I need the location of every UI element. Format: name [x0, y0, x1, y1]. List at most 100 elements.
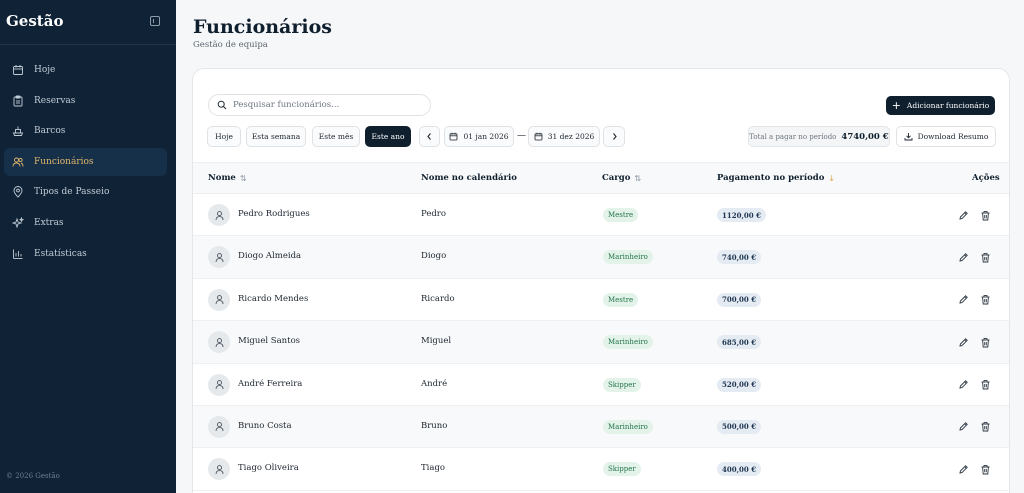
- employee-name: Pedro Rodrigues: [238, 209, 310, 219]
- sidebar-item-estatisticas[interactable]: Estatísticas: [4, 240, 167, 268]
- avatar: [208, 415, 230, 438]
- avatar: [208, 288, 230, 311]
- table-row: Pedro Rodrigues Pedro Mestre 1120,00 €: [193, 194, 1009, 237]
- column-role-header[interactable]: Cargo ⇅: [602, 173, 641, 183]
- sidebar-item-label: Reservas: [34, 95, 76, 106]
- edit-icon[interactable]: [957, 209, 969, 221]
- edit-icon[interactable]: [957, 421, 969, 433]
- add-employee-button[interactable]: + Adicionar funcionário: [886, 96, 995, 115]
- date-to-label: 31 dez 2026: [547, 132, 595, 141]
- avatar: [208, 373, 230, 396]
- map-pin-icon: [12, 186, 24, 199]
- payment-badge: 1120,00 €: [717, 208, 766, 222]
- next-period-button[interactable]: [603, 126, 625, 147]
- sidebar-item-label: Extras: [34, 217, 64, 228]
- trash-icon[interactable]: [979, 336, 991, 348]
- sidebar-item-funcionarios[interactable]: Funcionários: [4, 147, 167, 176]
- column-name-header[interactable]: Nome ⇅: [208, 173, 247, 183]
- column-payment-header[interactable]: Pagamento no período ↓: [717, 173, 835, 183]
- trash-icon[interactable]: [979, 421, 991, 433]
- employee-name: Miguel Santos: [238, 336, 301, 347]
- role-badge: Marinheiro: [603, 419, 653, 434]
- calendar-icon: [534, 132, 543, 141]
- sidebar-item-barcos[interactable]: Barcos: [4, 117, 167, 145]
- sparkles-icon: [12, 216, 24, 229]
- download-summary-button[interactable]: Download Resumo: [896, 126, 996, 147]
- edit-icon[interactable]: [957, 336, 969, 348]
- user-icon: [215, 464, 223, 474]
- period-week-button[interactable]: Esta semana: [246, 126, 306, 147]
- trash-icon[interactable]: [979, 209, 991, 221]
- role-badge: Marinheiro: [603, 250, 653, 265]
- sidebar-item-reservas[interactable]: Reservas: [4, 87, 167, 115]
- period-month-button[interactable]: Este mês: [312, 126, 360, 147]
- search-box[interactable]: [208, 94, 431, 116]
- edit-icon[interactable]: [957, 379, 969, 391]
- sidebar-nav: Hoje Reservas Barcos Funcionários Tipos …: [4, 56, 167, 270]
- sidebar-item-label: Tipos de Passeio: [34, 187, 110, 198]
- column-role-label: Cargo: [602, 173, 631, 183]
- employee-name: Ricardo Mendes: [238, 293, 309, 304]
- search-icon: [217, 100, 227, 110]
- sidebar-item-label: Funcionários: [34, 156, 94, 167]
- period-total-amount: 4740,00 €: [841, 131, 889, 142]
- payment-badge: 685,00 €: [717, 335, 762, 350]
- payment-badge: 740,00 €: [717, 250, 762, 265]
- period-today-button[interactable]: Hoje: [207, 126, 241, 147]
- trash-icon[interactable]: [979, 294, 991, 306]
- edit-icon[interactable]: [957, 463, 969, 475]
- sidebar-item-tipos-de-passeio[interactable]: Tipos de Passeio: [4, 178, 167, 206]
- payment-badge: 500,00 €: [717, 419, 762, 434]
- sidebar-item-label: Hoje: [34, 65, 56, 75]
- user-icon: [215, 295, 223, 305]
- sort-icon: ⇅: [634, 173, 642, 183]
- download-summary-label: Download Resumo: [917, 132, 989, 141]
- date-from-picker[interactable]: 01 jan 2026: [444, 126, 514, 147]
- clipboard-icon: [12, 95, 24, 107]
- page-subtitle: Gestão de equipa: [193, 40, 268, 50]
- role-badge: Mestre: [603, 292, 639, 307]
- trash-icon[interactable]: [979, 463, 991, 475]
- plus-icon: +: [891, 99, 901, 112]
- avatar: [208, 458, 230, 481]
- user-icon: [215, 380, 223, 390]
- calendar-icon: [450, 132, 458, 141]
- calendar-name: Pedro: [421, 209, 446, 219]
- users-icon: [12, 156, 24, 168]
- trash-icon[interactable]: [979, 379, 991, 391]
- payment-badge: 400,00 €: [717, 462, 762, 477]
- date-to-picker[interactable]: 31 dez 2026: [528, 126, 600, 147]
- avatar: [208, 246, 230, 269]
- employee-name: Bruno Costa: [238, 420, 292, 431]
- column-payment-label: Pagamento no período: [717, 173, 825, 183]
- sidebar-divider: [0, 44, 176, 45]
- user-icon: [215, 210, 223, 220]
- period-total-label: Total a pagar no período: [749, 132, 837, 141]
- collapse-sidebar-icon[interactable]: [150, 16, 160, 26]
- role-badge: Skipper: [603, 462, 641, 477]
- calendar-icon: [12, 64, 24, 76]
- calendar-name: Bruno: [421, 420, 448, 431]
- edit-icon[interactable]: [957, 294, 969, 306]
- column-actions-label: Ações: [972, 173, 1000, 183]
- sidebar-item-hoje[interactable]: Hoje: [4, 56, 167, 84]
- chevron-left-icon: [427, 133, 431, 140]
- table-row: Ricardo Mendes Ricardo Mestre 700,00 €: [193, 279, 1009, 322]
- bar-chart-icon: [12, 248, 24, 260]
- ship-icon: [12, 125, 24, 137]
- calendar-name: André: [421, 378, 448, 389]
- chevron-right-icon: [612, 133, 617, 140]
- edit-icon[interactable]: [957, 251, 969, 263]
- brand-title: Gestão: [6, 12, 64, 30]
- trash-icon[interactable]: [979, 251, 991, 263]
- date-from-label: 01 jan 2026: [463, 132, 509, 141]
- sidebar-item-extras[interactable]: Extras: [4, 209, 167, 237]
- calendar-name: Diogo: [421, 251, 447, 262]
- sort-icon: ⇅: [239, 173, 247, 183]
- prev-period-button[interactable]: [419, 126, 440, 147]
- payment-badge: 700,00 €: [717, 292, 762, 307]
- user-icon: [215, 253, 223, 262]
- period-total: Total a pagar no período 4740,00 €: [748, 126, 890, 147]
- search-input[interactable]: [233, 100, 413, 110]
- period-year-button[interactable]: Este ano: [365, 126, 411, 147]
